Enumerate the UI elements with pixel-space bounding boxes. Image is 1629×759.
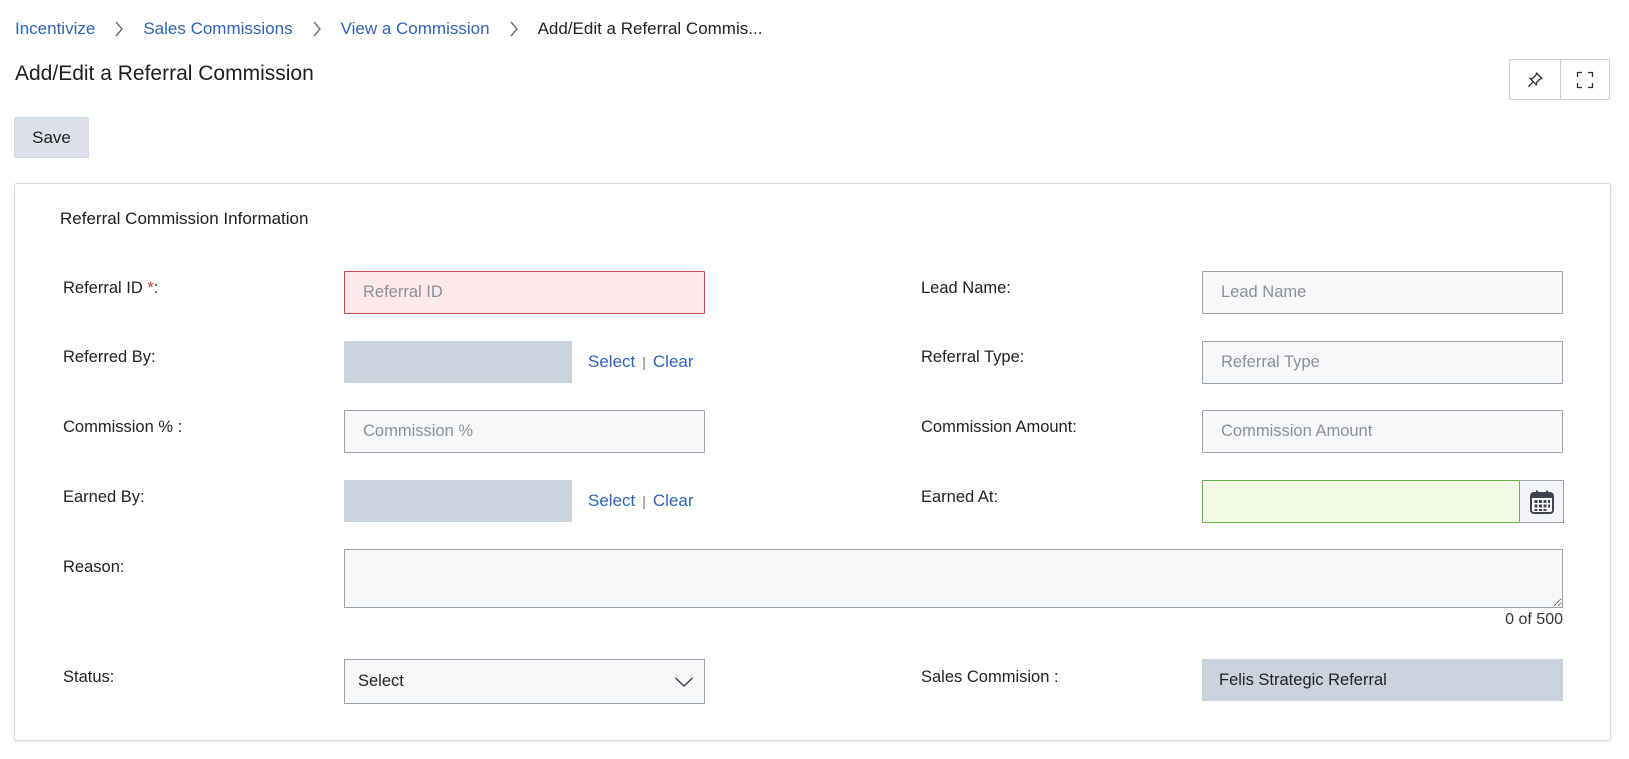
pin-button[interactable] xyxy=(1510,60,1560,99)
status-select-value: Select xyxy=(358,672,404,690)
save-button[interactable]: Save xyxy=(14,117,89,158)
earned-by-lookup[interactable] xyxy=(344,480,572,522)
breadcrumb-view-commission[interactable]: View a Commission xyxy=(341,19,490,39)
lead-name-input[interactable] xyxy=(1202,271,1563,314)
chevron-right-icon xyxy=(293,20,341,38)
reason-label: Reason: xyxy=(63,558,125,576)
earned-by-label: Earned By: xyxy=(63,488,145,506)
commission-amount-label: Commission Amount: xyxy=(921,418,1077,436)
calendar-button[interactable] xyxy=(1520,480,1564,523)
reason-char-count: 0 of 500 xyxy=(1505,611,1563,628)
pin-icon xyxy=(1527,71,1543,87)
chevron-right-icon xyxy=(490,20,538,38)
earned-at-label: Earned At: xyxy=(921,488,999,506)
calendar-icon xyxy=(1529,490,1554,514)
earned-by-clear-link[interactable]: Clear xyxy=(653,491,694,511)
earned-by-actions: Select | Clear xyxy=(588,491,694,511)
referral-id-label: Referral ID *: xyxy=(63,279,159,297)
commission-pct-input[interactable] xyxy=(344,410,705,453)
chevron-down-icon xyxy=(674,676,694,687)
chevron-right-icon xyxy=(95,20,143,38)
referred-by-clear-link[interactable]: Clear xyxy=(653,352,694,372)
section-title: Referral Commission Information xyxy=(60,209,309,228)
breadcrumb-sales-commissions[interactable]: Sales Commissions xyxy=(143,19,292,39)
breadcrumb: Incentivize Sales Commissions View a Com… xyxy=(15,18,762,40)
sales-commission-value: Felis Strategic Referral xyxy=(1202,659,1563,701)
referred-by-select-link[interactable]: Select xyxy=(588,352,635,372)
page-tools xyxy=(1509,59,1610,100)
fullscreen-icon xyxy=(1576,71,1593,88)
referred-by-label: Referred By: xyxy=(63,348,156,366)
referral-type-label: Referral Type: xyxy=(921,348,1025,366)
commission-amount-input[interactable] xyxy=(1202,410,1563,453)
referral-type-input[interactable] xyxy=(1202,341,1563,384)
breadcrumb-current: Add/Edit a Referral Commis... xyxy=(537,19,763,38)
lead-name-label: Lead Name: xyxy=(921,279,1011,297)
referred-by-lookup[interactable] xyxy=(344,341,572,383)
earned-at-input[interactable] xyxy=(1202,480,1520,523)
sales-commission-label: Sales Commision : xyxy=(921,668,1059,686)
referral-commission-card: Referral Commission Information Referral… xyxy=(14,183,1611,741)
page-title: Add/Edit a Referral Commission xyxy=(15,62,314,85)
reason-textarea[interactable] xyxy=(344,549,1563,608)
breadcrumb-incentivize[interactable]: Incentivize xyxy=(15,19,95,39)
referral-id-input[interactable] xyxy=(344,271,705,314)
earned-by-select-link[interactable]: Select xyxy=(588,491,635,511)
status-select[interactable]: Select xyxy=(344,659,705,704)
commission-pct-label: Commission % : xyxy=(63,418,183,436)
status-label: Status: xyxy=(63,668,115,686)
referred-by-actions: Select | Clear xyxy=(588,352,694,372)
fullscreen-button[interactable] xyxy=(1559,60,1610,99)
